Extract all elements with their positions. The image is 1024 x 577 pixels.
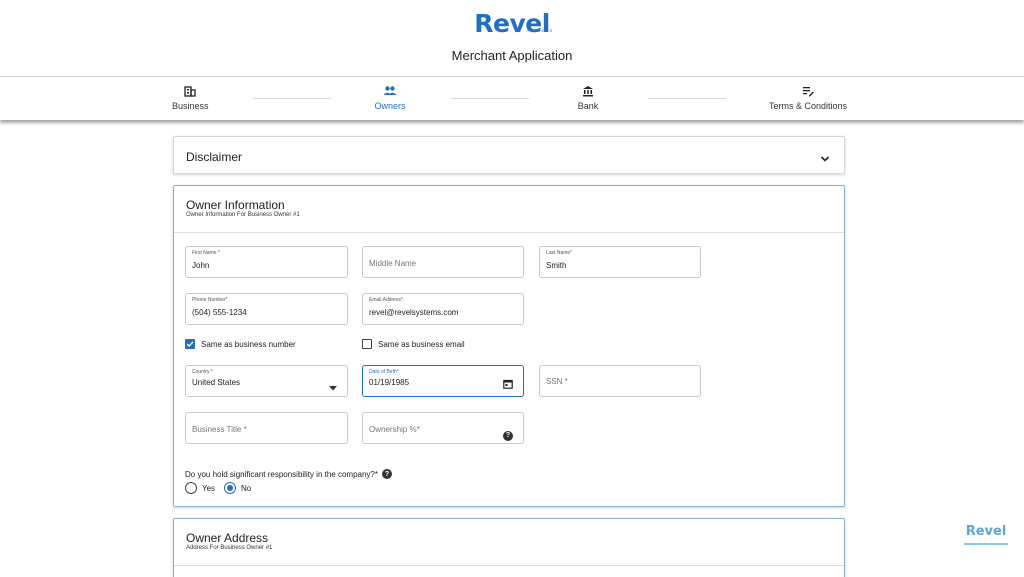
step-label: Bank	[577, 101, 599, 111]
checkmark-icon[interactable]	[185, 339, 195, 349]
building-icon	[172, 85, 208, 101]
first-name-value: John	[192, 261, 210, 270]
email-label: Email Address*	[369, 297, 403, 303]
responsibility-question: Do you hold significant responsibility i…	[185, 469, 392, 479]
owner-address-subtitle: Address For Business Owner #1	[186, 545, 273, 551]
corner-logo-underline	[964, 543, 1008, 545]
dob-label: Date of Birth*	[369, 369, 399, 375]
ownership-percent-field[interactable]: Ownership %* ?	[362, 412, 524, 444]
revel-logo: Revel	[0, 10, 1024, 38]
owner-address-title: Owner Address	[186, 531, 269, 545]
step-business[interactable]: Business	[172, 85, 209, 111]
date-of-birth-field[interactable]: Date of Birth* 01/19/1985	[362, 365, 524, 397]
same-as-business-number-checkbox[interactable]: Same as business number	[185, 339, 296, 349]
same-as-business-email-checkbox[interactable]: Same as business email	[362, 339, 465, 349]
business-title-placeholder: Business Title *	[192, 425, 247, 434]
last-name-value: Smith	[546, 261, 567, 270]
business-title-field[interactable]: Business Title *	[185, 412, 348, 444]
ssn-placeholder: SSN *	[546, 377, 568, 386]
radio-yes[interactable]: Yes	[185, 482, 215, 494]
middle-name-field[interactable]: Middle Name	[362, 246, 524, 278]
country-label: Country *	[192, 369, 213, 375]
list-edit-icon	[766, 85, 850, 101]
corner-revel-logo[interactable]: Revel	[964, 524, 1008, 545]
dropdown-arrow-icon	[329, 378, 337, 396]
step-label: Terms & Conditions	[768, 101, 848, 111]
radio-no-label: No	[241, 483, 252, 493]
corner-logo-word: Revel	[965, 524, 1007, 539]
step-connector	[451, 98, 529, 99]
radio-selected-icon[interactable]	[224, 482, 236, 494]
page-header: Revel SYSTEMS Merchant Application	[0, 0, 1024, 76]
last-name-field[interactable]: Last Name* Smith	[539, 246, 701, 278]
step-terms[interactable]: Terms & Conditions	[766, 85, 850, 111]
calendar-icon[interactable]	[503, 376, 513, 394]
phone-value: (504) 555-1234	[192, 308, 247, 317]
logo-wordmark: Revel	[474, 9, 550, 38]
disclaimer-panel[interactable]: Disclaimer	[173, 136, 845, 174]
checkbox-label: Same as business email	[378, 339, 465, 349]
step-bank[interactable]: Bank	[572, 85, 604, 111]
middle-name-placeholder: Middle Name	[369, 259, 417, 268]
dob-value: 01/19/1985	[369, 378, 410, 387]
step-connector	[648, 98, 726, 99]
checkbox-label: Same as business number	[201, 339, 296, 349]
disclaimer-title: Disclaimer	[186, 150, 243, 164]
divider	[174, 565, 844, 566]
country-value: United States	[192, 378, 241, 387]
step-label: Owners	[374, 101, 406, 111]
owner-info-subtitle: Owner Information For Business Owner #1	[186, 212, 300, 218]
progress-stepper: Business Owners Bank Terms & Conditions	[0, 76, 1024, 120]
logo-subtitle: SYSTEMS	[527, 28, 554, 33]
first-name-label: First Name *	[192, 250, 220, 256]
email-value: revel@revelsystems.com	[369, 308, 459, 317]
help-icon[interactable]: ?	[382, 469, 392, 479]
help-icon[interactable]: ?	[503, 424, 513, 442]
divider	[174, 232, 844, 233]
owner-address-card: Owner Address Address For Business Owner…	[173, 518, 845, 577]
first-name-field[interactable]: First Name * John	[185, 246, 348, 278]
radio-empty-icon[interactable]	[185, 482, 197, 494]
question-text: Do you hold significant responsibility i…	[185, 469, 378, 479]
country-select[interactable]: Country * United States	[185, 365, 348, 397]
step-label: Business	[172, 101, 209, 111]
radio-no[interactable]: No	[224, 482, 251, 494]
step-connector	[253, 98, 331, 99]
radio-yes-label: Yes	[202, 483, 216, 493]
chevron-down-icon[interactable]	[820, 150, 830, 168]
email-field[interactable]: Email Address* revel@revelsystems.com	[362, 293, 524, 325]
ssn-field[interactable]: SSN *	[539, 365, 701, 397]
step-owners[interactable]: Owners	[372, 85, 408, 111]
page-title: Merchant Application	[451, 48, 573, 63]
phone-number-field[interactable]: Phone Number* (504) 555-1234	[185, 293, 348, 325]
phone-label: Phone Number*	[192, 297, 228, 303]
checkbox-empty-icon[interactable]	[362, 339, 372, 349]
people-icon	[372, 85, 408, 101]
ownership-placeholder: Ownership %*	[369, 425, 420, 434]
bank-icon	[572, 85, 604, 101]
last-name-label: Last Name*	[546, 250, 573, 256]
owner-info-title: Owner Information	[186, 198, 285, 212]
